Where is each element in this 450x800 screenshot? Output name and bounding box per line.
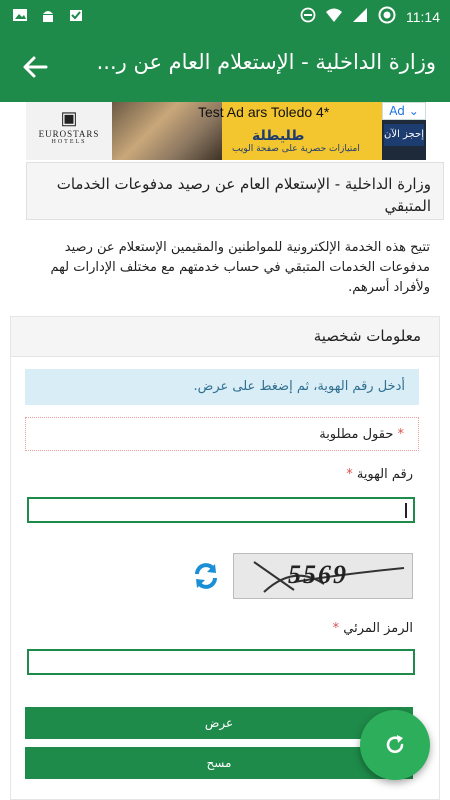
clock: 11:14 (406, 9, 440, 25)
captcha-input[interactable] (27, 649, 415, 675)
captcha-label: الرمز المرئي * (333, 621, 413, 636)
app-bar-title: وزارة الداخلية - الإستعلام العام عن ر... (96, 50, 436, 74)
captcha-image: 5569 (233, 553, 413, 599)
app-bar: وزارة الداخلية - الإستعلام العام عن ر... (0, 30, 450, 102)
wifi-icon (326, 7, 342, 27)
image-icon (12, 7, 28, 23)
status-bar: 11:14 (0, 0, 450, 30)
ad-brand-name: EUROSTARS (38, 129, 100, 139)
service-description: تتيح هذه الخدمة الإلكترونية للمواطنين وا… (50, 240, 430, 295)
ad-banner[interactable]: ▣ EUROSTARS HOTELS Test Ad ars Toledo 4*… (26, 102, 426, 160)
ad-brand-logo: ▣ EUROSTARS HOTELS (26, 102, 112, 160)
required-fields-note: * حقول مطلوبة (25, 417, 419, 451)
show-button[interactable]: عرض (25, 707, 413, 739)
ad-book-button[interactable]: إحجز الآن (384, 124, 424, 146)
panel-header: معلومات شخصية (11, 317, 439, 357)
system-icons: 11:14 (300, 6, 440, 28)
arrow-back-icon[interactable] (18, 50, 52, 84)
refresh-captcha-icon[interactable] (191, 561, 221, 591)
text-cursor (405, 503, 407, 518)
refresh-icon (386, 735, 404, 754)
id-number-input[interactable] (27, 497, 415, 523)
clear-button[interactable]: مسح (25, 747, 413, 779)
id-required-star: * (346, 467, 353, 482)
refresh-fab[interactable] (360, 710, 430, 780)
required-star: * (397, 427, 405, 442)
page-title: وزارة الداخلية - الإستعلام العام عن رصيد… (56, 175, 431, 215)
record-icon (378, 6, 396, 28)
signal-icon (352, 7, 368, 27)
chevron-down-icon: ⌄ (408, 104, 419, 118)
section-title: معلومات شخصية (313, 327, 421, 345)
ad-brand-sub: HOTELS (51, 139, 87, 145)
notification-icons (12, 7, 84, 23)
info-alert: أدخل رقم الهوية، ثم إضغط على عرض. (25, 369, 419, 405)
ad-headline: طليطلة (252, 128, 305, 144)
ad-test-label: Test Ad ars Toledo 4* (198, 104, 330, 120)
ad-subline: امتيازات حصرية على صفحة الويب (232, 144, 360, 154)
captcha-label-text: الرمز المرئي (343, 621, 413, 636)
captcha-text: 5569 (288, 560, 348, 589)
id-label-text: رقم الهوية (356, 467, 413, 482)
page-heading: وزارة الداخلية - الإستعلام العام عن رصيد… (26, 162, 444, 220)
android-icon (40, 7, 56, 23)
captcha-required-star: * (332, 621, 340, 636)
hotel-logo-icon: ▣ (60, 108, 78, 128)
required-note-text: حقول مطلوبة (319, 427, 394, 442)
block-icon (300, 7, 316, 27)
id-number-label: رقم الهوية * (346, 467, 413, 482)
check-icon (68, 7, 84, 23)
ad-choices-button[interactable]: Ad ⌄ (382, 102, 426, 120)
